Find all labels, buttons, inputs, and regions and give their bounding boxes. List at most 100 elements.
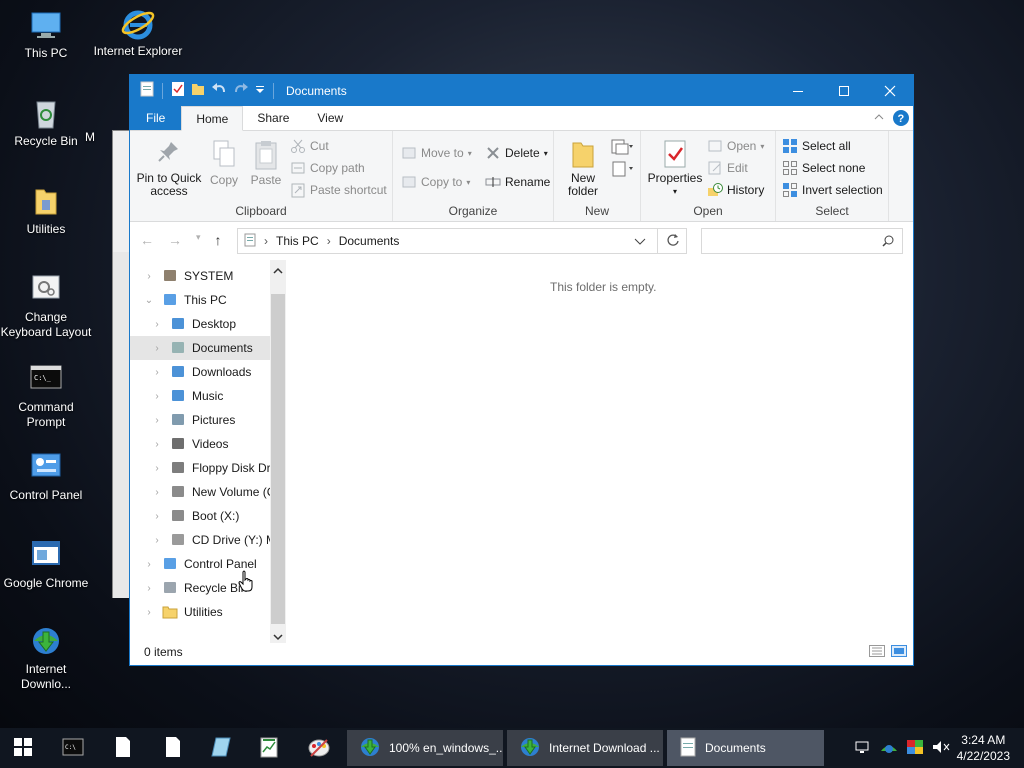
select-none-button[interactable]: Select none (782, 160, 865, 176)
up-arrow-icon[interactable]: ↑ (215, 232, 222, 248)
easy-access-icon[interactable] (610, 159, 634, 182)
close-button[interactable] (867, 75, 913, 106)
clock[interactable]: 3:24 AM 4/22/2023 (957, 732, 1010, 764)
copy-to-button[interactable]: Copy to ▾ (401, 174, 470, 190)
nav-scrollbar[interactable] (270, 260, 286, 643)
desktop-icon-internet-download-manager[interactable]: Internet Downlo... (0, 624, 92, 692)
nav-item-this-pc[interactable]: ⌄ This PC (130, 288, 270, 312)
recent-locations-chevron-icon[interactable]: ▾ (196, 232, 201, 248)
properties-qa-icon[interactable] (171, 81, 185, 100)
history-button[interactable]: History (707, 182, 764, 198)
nav-item-floppy-disk-dri[interactable]: › Floppy Disk Dri (130, 456, 270, 480)
paste-shortcut-button[interactable]: Paste shortcut (290, 182, 387, 198)
collapsed-chevron-icon[interactable]: › (144, 607, 154, 618)
idm-tray-icon[interactable] (880, 739, 898, 758)
details-view-icon[interactable] (869, 645, 885, 660)
collapsed-chevron-icon[interactable]: › (144, 583, 154, 594)
desktop-icon-this-pc[interactable]: This PC (0, 8, 92, 61)
collapsed-chevron-icon[interactable]: › (152, 535, 162, 546)
tab-home[interactable]: Home (181, 106, 244, 131)
address-dropdown-chevron-icon[interactable] (634, 236, 646, 250)
cut-button[interactable]: Cut (290, 138, 329, 154)
title-bar[interactable]: Documents (130, 75, 913, 106)
open-button[interactable]: Open ▾ (707, 138, 764, 154)
minimize-ribbon-icon[interactable] (873, 111, 885, 126)
new-folder-button[interactable]: New folder (560, 139, 606, 198)
rename-button[interactable]: Rename (485, 174, 550, 190)
taskbar-task-documents[interactable]: Documents (667, 730, 824, 766)
paste-button[interactable]: Paste (246, 139, 286, 187)
refresh-button[interactable] (657, 228, 688, 254)
breadcrumb-this-pc[interactable]: This PC (276, 234, 319, 248)
expanded-chevron-icon[interactable]: ⌄ (144, 295, 154, 306)
undo-icon[interactable] (211, 81, 227, 100)
nav-item-boot-x[interactable]: › Boot (X:) (130, 504, 270, 528)
scroll-up-icon[interactable] (273, 264, 283, 278)
redo-icon[interactable] (233, 81, 249, 100)
new-folder-qa-icon[interactable] (191, 81, 205, 100)
invert-selection-button[interactable]: Invert selection (782, 182, 883, 198)
maximize-button[interactable] (821, 75, 867, 106)
desktop-icon-utilities[interactable]: Utilities (0, 184, 92, 237)
copy-path-button[interactable]: Copy path (290, 160, 365, 176)
nav-item-desktop[interactable]: › Desktop (130, 312, 270, 336)
taskbar-cmd-button[interactable]: C:\ (50, 728, 96, 768)
desktop-icon-google-chrome[interactable]: Google Chrome (0, 538, 92, 591)
nav-item-documents[interactable]: › Documents (130, 336, 270, 360)
collapsed-chevron-icon[interactable]: › (152, 415, 162, 426)
nav-item-system[interactable]: › SYSTEM (130, 264, 270, 288)
taskbar-task-idm-progress[interactable]: 100% en_windows_... (347, 730, 503, 766)
select-all-button[interactable]: Select all (782, 138, 851, 154)
collapsed-chevron-icon[interactable]: › (144, 559, 154, 570)
nav-item-cd-drive-y-m[interactable]: › CD Drive (Y:) M (130, 528, 270, 552)
back-arrow-icon[interactable]: ← (140, 232, 154, 248)
nav-item-videos[interactable]: › Videos (130, 432, 270, 456)
edit-button[interactable]: Edit (707, 160, 748, 176)
nav-item-music[interactable]: › Music (130, 384, 270, 408)
search-input[interactable] (701, 228, 903, 254)
taskbar-file-button[interactable] (100, 728, 146, 768)
volume-muted-icon[interactable] (932, 739, 950, 758)
customize-qa-chevron-icon[interactable] (255, 81, 265, 100)
delete-button[interactable]: Delete ▾ (485, 145, 548, 161)
nav-item-utilities[interactable]: › Utilities (130, 600, 270, 624)
desktop-icon-command-prompt[interactable]: C:\_ Command Prompt (0, 362, 92, 430)
scrollbar-thumb[interactable] (271, 294, 285, 624)
desktop-icon-internet-explorer[interactable]: Internet Explorer (92, 6, 184, 59)
collapsed-chevron-icon[interactable]: › (152, 319, 162, 330)
taskbar-chart-button[interactable] (246, 728, 292, 768)
start-button[interactable] (0, 728, 46, 768)
taskbar-notepad-button[interactable] (198, 728, 244, 768)
copy-button[interactable]: Copy (206, 139, 242, 187)
properties-button[interactable]: Properties ▾ (645, 139, 705, 198)
breadcrumb-documents[interactable]: Documents (339, 234, 400, 248)
collapsed-chevron-icon[interactable]: › (152, 439, 162, 450)
collapsed-chevron-icon[interactable]: › (152, 463, 162, 474)
large-icons-view-icon[interactable] (891, 645, 907, 660)
collapsed-chevron-icon[interactable]: › (152, 391, 162, 402)
nav-item-new-volume-c[interactable]: › New Volume (C (130, 480, 270, 504)
desktop-icon-change-keyboard-layout[interactable]: Change Keyboard Layout (0, 272, 92, 340)
tab-view[interactable]: View (303, 106, 357, 130)
help-icon[interactable]: ? (892, 109, 910, 130)
new-item-icon[interactable] (610, 137, 634, 160)
move-to-button[interactable]: Move to ▾ (401, 145, 472, 161)
minimize-button[interactable] (775, 75, 821, 106)
nav-item-pictures[interactable]: › Pictures (130, 408, 270, 432)
taskbar-file-button-2[interactable] (150, 728, 196, 768)
taskbar-paint-button[interactable] (296, 728, 342, 768)
forward-arrow-icon[interactable]: → (168, 232, 182, 248)
nav-item-downloads[interactable]: › Downloads (130, 360, 270, 384)
tab-share[interactable]: Share (243, 106, 303, 130)
collapsed-chevron-icon[interactable]: › (152, 367, 162, 378)
collapsed-chevron-icon[interactable]: › (144, 271, 154, 282)
display-color-icon[interactable] (906, 739, 924, 758)
address-bar[interactable]: › This PC › Documents (237, 228, 687, 254)
tab-file[interactable]: File (130, 106, 182, 130)
taskbar-task-idm[interactable]: Internet Download ... (507, 730, 663, 766)
collapsed-chevron-icon[interactable]: › (152, 343, 162, 354)
network-icon[interactable] (854, 739, 872, 758)
collapsed-chevron-icon[interactable]: › (152, 487, 162, 498)
pin-to-quick-access-button[interactable]: Pin to Quick access (136, 139, 202, 198)
desktop-icon-control-panel[interactable]: Control Panel (0, 450, 92, 503)
